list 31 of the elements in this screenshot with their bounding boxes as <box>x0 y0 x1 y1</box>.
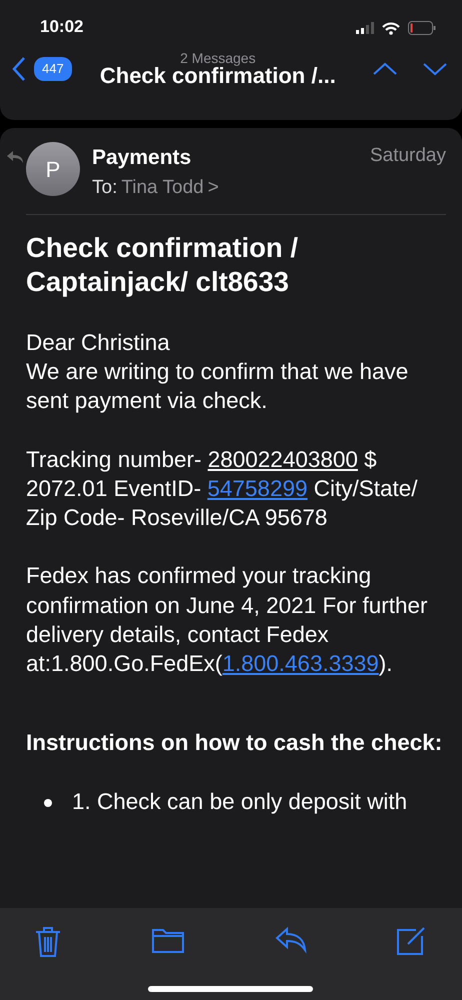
body-paragraph: We are writing to confirm that we have sent payment via check. <box>26 358 410 416</box>
previous-icon[interactable] <box>372 62 398 76</box>
chevron-text[interactable]: > <box>208 174 219 202</box>
message-date: Saturday <box>370 144 446 168</box>
recipient-name[interactable]: Tina Todd <box>121 174 204 202</box>
thread-count: 2 Messages <box>180 51 256 65</box>
link[interactable]: 1.800.463.3339 <box>222 651 379 676</box>
status-time: 10:02 <box>40 16 84 38</box>
back-icon[interactable] <box>12 56 26 82</box>
to-label: To: <box>92 176 118 200</box>
reply-icon[interactable] <box>274 926 307 954</box>
reply-icon <box>6 150 24 164</box>
sender-avatar: P <box>26 142 80 196</box>
folder-icon[interactable] <box>151 926 186 954</box>
body-paragraph: Dear Christina <box>26 328 171 357</box>
body-paragraph: Tracking number- 280022403800 $ 2072.01 EventID- 54758299 City/State/ Zip Code- Roseville/CA 95678 <box>26 446 419 532</box>
unread-count-badge[interactable]: 447 <box>34 57 72 81</box>
list-item-text: 1. Check can be only deposit with <box>72 788 408 816</box>
body-paragraph: Fedex has confirmed your tracking confirmation on June 4, 2021 For further delivery details, contact Fedex at:1.800.Go.FedEx(1.800.463.3339). <box>26 562 428 678</box>
link[interactable]: 54758299 <box>207 476 308 501</box>
bullet-dot <box>44 798 52 806</box>
trash-icon[interactable] <box>34 926 62 958</box>
message-subject: Check confirmation / Captainjack/ clt8633 <box>26 231 299 300</box>
compose-icon[interactable] <box>396 926 426 956</box>
next-icon[interactable] <box>422 62 448 76</box>
thread-title: Check confirmation /... <box>100 65 336 87</box>
wifi-icon <box>382 22 400 34</box>
battery-icon <box>408 21 436 35</box>
sender-name: Payments <box>92 145 192 171</box>
section-heading: Instructions on how to cash the check: <box>26 729 444 758</box>
signal-icon <box>356 22 374 34</box>
